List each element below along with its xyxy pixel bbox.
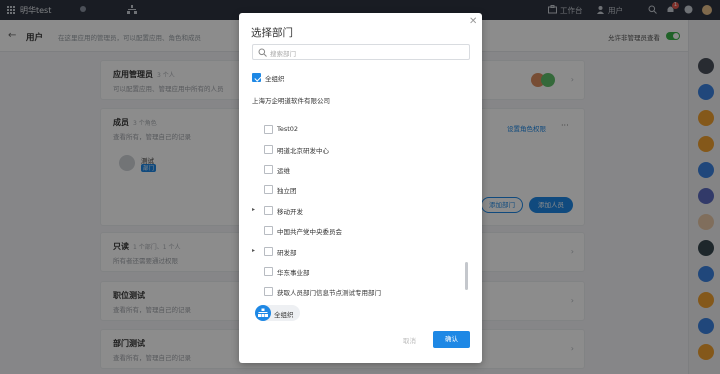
all-org-checkbox[interactable]: [252, 73, 261, 82]
select-department-dialog: 选择部门 ✕ 搜索部门 全组织 上海万企明道软件有限公司 Test02 明道北京…: [239, 13, 482, 363]
company-name: 上海万企明道软件有限公司: [252, 97, 330, 105]
selected-chip[interactable]: 全组织: [255, 305, 300, 321]
expand-arrow-icon[interactable]: ▸: [252, 206, 255, 213]
all-org-label: 全组织: [265, 75, 285, 83]
cancel-button[interactable]: 取消: [403, 335, 416, 345]
dept-checkbox[interactable]: [264, 287, 273, 296]
dept-label: 独立团: [277, 187, 297, 195]
dept-checkbox[interactable]: [264, 125, 273, 134]
dept-label: 获取人员部门信息节点测试专用部门: [277, 289, 381, 297]
dept-checkbox[interactable]: [264, 247, 273, 256]
dialog-title: 选择部门: [251, 27, 293, 39]
dept-label: 中国共产党中央委员会: [277, 228, 342, 236]
dept-checkbox[interactable]: [264, 165, 273, 174]
dept-label: 明道北京研发中心: [277, 147, 329, 155]
scrollbar[interactable]: [465, 262, 468, 290]
dept-checkbox[interactable]: [264, 267, 273, 276]
expand-arrow-icon[interactable]: ▸: [252, 247, 255, 254]
dept-label: 研发部: [277, 249, 297, 257]
org-tree-icon: [255, 305, 271, 321]
dept-label: 华东事业部: [277, 269, 310, 277]
search-placeholder: 搜索部门: [270, 50, 296, 58]
confirm-button[interactable]: 确认: [433, 331, 470, 348]
chip-label: 全组织: [274, 311, 294, 319]
dept-checkbox[interactable]: [264, 206, 273, 215]
search-icon: [258, 48, 267, 57]
search-input[interactable]: 搜索部门: [252, 44, 470, 60]
dept-label: 移动开发: [277, 208, 303, 216]
dept-checkbox[interactable]: [264, 185, 273, 194]
dept-label: 运维: [277, 167, 290, 175]
dept-label: Test02: [277, 125, 299, 133]
dept-checkbox[interactable]: [264, 226, 273, 235]
close-icon[interactable]: ✕: [469, 16, 477, 27]
dept-checkbox[interactable]: [264, 145, 273, 154]
